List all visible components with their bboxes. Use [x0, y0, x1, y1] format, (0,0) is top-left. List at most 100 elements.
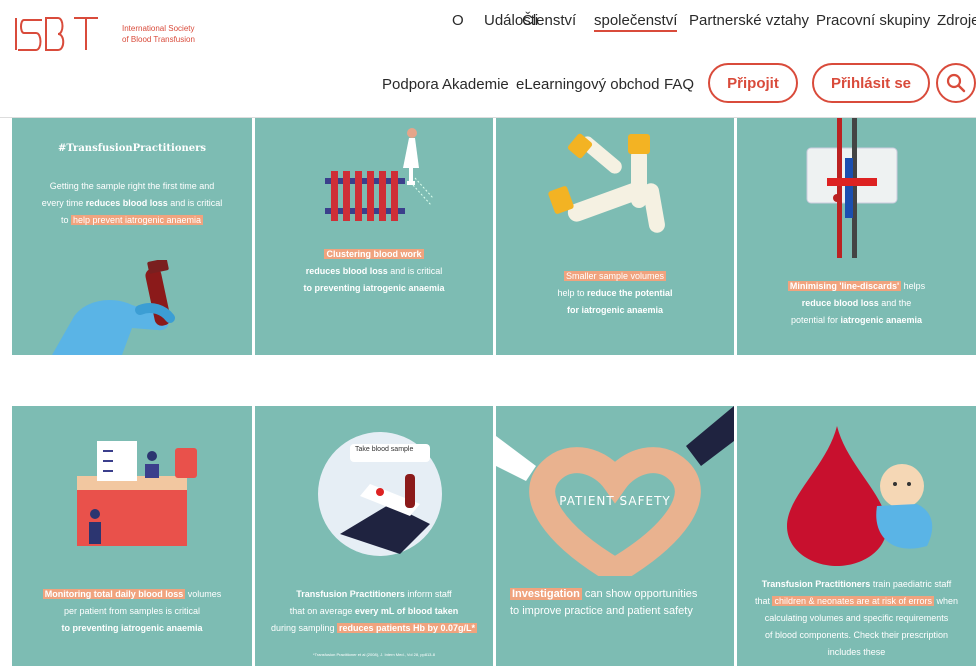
tile-2-line3: to preventing iatrogenic anaemia: [261, 280, 487, 297]
t8-l2b: children & neonates are at risk of error…: [772, 596, 935, 606]
tile-5-line2: per patient from samples is critical: [63, 606, 201, 616]
tile-investigation-patient-safety: PATIENT SAFETY Investigation can show op…: [496, 406, 734, 666]
nav-item-spolecenstvi[interactable]: společenství: [594, 12, 678, 32]
tile-4-line1: Minimising 'line-discards' helps: [743, 278, 970, 295]
tile-8-line4: of blood components. Check their prescri…: [764, 630, 949, 640]
nav-item-pracovni-skupiny[interactable]: Pracovní skupiny: [816, 12, 930, 29]
search-icon: [946, 73, 966, 93]
site-header: International Society of Blood Transfusi…: [0, 0, 976, 118]
tile-6-line2: that on average every mL of blood taken: [261, 603, 487, 620]
t3-l2a: help to: [557, 288, 587, 298]
t7-hl: Investigation: [510, 588, 582, 600]
nav-item-podpora-akademie[interactable]: Podpora Akademie: [382, 76, 509, 93]
tile-clustering-blood-work: Clustering blood work reduces blood loss…: [255, 118, 493, 355]
tile-6-footnote: *Transfusion Practitioner et al (2008), …: [313, 652, 435, 657]
tile-2-line1: Clustering blood work: [261, 246, 487, 263]
t4-l1b: helps: [901, 281, 926, 291]
tile-4-line3: potential for iatrogenic anaemia: [743, 312, 970, 329]
t8-l1a: Transfusion Practitioners: [761, 579, 871, 589]
login-button[interactable]: Přihlásit se: [812, 63, 930, 103]
t6-l2b: every mL of blood taken: [354, 606, 459, 616]
tile-3-line1: Smaller sample volumes: [502, 268, 728, 285]
search-button[interactable]: [936, 63, 976, 103]
t6-l2a: that on average: [289, 606, 355, 616]
tile-3-text: Smaller sample volumes help to reduce th…: [502, 268, 728, 319]
t7-l1b: can show opportunities: [581, 588, 698, 600]
t3-l2b: reduce the potential: [587, 288, 673, 298]
tile-2-text: Clustering blood work reduces blood loss…: [261, 246, 487, 297]
tile-1-text: Getting the sample right the first time …: [18, 178, 246, 229]
tile-transfusion-practitioners: #TransfusionPractitioners Getting the sa…: [12, 118, 252, 355]
t4-l3b: iatrogenic anaemia: [840, 315, 923, 325]
t2-l3: to preventing iatrogenic anaemia: [303, 283, 445, 293]
t2-l2b: and is critical: [387, 266, 443, 276]
tile-hashtag-title: #TransfusionPractitioners: [57, 143, 207, 154]
tile-monitoring-daily-blood-loss: Monitoring total daily blood loss volume…: [12, 406, 252, 666]
t6-l3b: reduces patients Hb by 0.07g/L*: [337, 623, 478, 633]
t5-hl: Monitoring total daily blood loss: [42, 589, 186, 599]
tile-8-line3: calculating volumes and specific require…: [764, 613, 949, 623]
nav-item-zdroje[interactable]: Zdroje: [937, 12, 976, 29]
tile-7-line1: Investigation can show opportunities: [510, 586, 728, 603]
tile-7-text: Investigation can show opportunities to …: [510, 586, 728, 620]
tile-4-text: Minimising 'line-discards' helps reduce …: [743, 278, 970, 329]
tile-paediatric-training: Transfusion Practitioners train paediatr…: [737, 406, 976, 666]
t3-hl: Smaller sample volumes: [563, 271, 667, 281]
tile-6-text: Transfusion Practitioners inform staff t…: [261, 586, 487, 637]
t4-hl: Minimising 'line-discards': [787, 281, 902, 291]
gloved-hand-tube-illustration: [52, 260, 175, 355]
tile-3-line2: help to reduce the potential: [502, 285, 728, 302]
nav-item-faq[interactable]: FAQ: [664, 76, 694, 93]
test-tube-rack-illustration: [325, 128, 434, 221]
t5-l1b: volumes: [185, 589, 222, 599]
t3-l3: for iatrogenic anaemia: [566, 305, 664, 315]
t4-l2b: and the: [878, 298, 912, 308]
t4-l2a: reduce blood loss: [801, 298, 879, 308]
nav-item-clenstvi[interactable]: Členství: [522, 12, 576, 29]
nav-item-elearning-obchod[interactable]: eLearningový obchod: [516, 76, 659, 93]
t8-l2c: when: [934, 596, 959, 606]
tile-1-line3: to help prevent iatrogenic anaemia: [18, 212, 246, 229]
patient-safety-heart-label: PATIENT SAFETY: [559, 494, 671, 508]
tile-minimising-line-discards: Minimising 'line-discards' helps reduce …: [737, 118, 976, 355]
t1-l2a: every time: [41, 198, 86, 208]
tile-3-line3: for iatrogenic anaemia: [502, 302, 728, 319]
tile-smaller-sample-volumes: Smaller sample volumes help to reduce th…: [496, 118, 734, 355]
tile-1-line1: Getting the sample right the first time …: [49, 181, 215, 191]
t2-hl: Clustering blood work: [324, 249, 424, 259]
tile-8-line2: that children & neonates are at risk of …: [743, 593, 970, 610]
t1-l3a: to: [60, 215, 71, 225]
tile-8-text: Transfusion Practitioners train paediatr…: [743, 576, 970, 661]
t8-l2a: that: [754, 596, 773, 606]
arterial-line-illustration: [806, 118, 898, 258]
tile-2-line2: reduces blood loss and is critical: [261, 263, 487, 280]
top-nav: O Události Členství společenství Partner…: [0, 6, 976, 36]
nav-item-o[interactable]: O: [452, 12, 464, 29]
t6-l1a: Transfusion Practitioners: [296, 589, 405, 599]
heart-hands-illustration: [496, 406, 734, 576]
tile-5-line3: to preventing iatrogenic anaemia: [18, 620, 246, 637]
blood-drop-baby-illustration: [787, 426, 933, 566]
t1-l2c: and is critical: [167, 198, 223, 208]
tile-8-line1: Transfusion Practitioners train paediatr…: [743, 576, 970, 593]
join-button[interactable]: Připojit: [708, 63, 798, 103]
tile-5-text: Monitoring total daily blood loss volume…: [18, 586, 246, 637]
take-blood-sample-bubble: Take blood sample: [355, 446, 414, 453]
t8-l1b: train paediatric staff: [870, 579, 952, 589]
tile-6-line3: during sampling reduces patients Hb by 0…: [261, 620, 487, 637]
t6-l3a: during sampling: [270, 623, 337, 633]
sample-tubes-illustration: [548, 133, 665, 233]
nav-item-partnerske-vztahy[interactable]: Partnerské vztahy: [689, 12, 809, 29]
tile-5-line1: Monitoring total daily blood loss volume…: [18, 586, 246, 603]
tile-7-line2: to improve practice and patient safety: [510, 605, 693, 617]
tile-8-line5: includes these: [827, 647, 886, 657]
tile-hb-reduction: Take blood sample Transfusion Practition…: [255, 406, 493, 666]
tile-4-line2: reduce blood loss and the: [743, 295, 970, 312]
t2-l2a: reduces blood loss: [305, 266, 388, 276]
t6-l1b: inform staff: [404, 589, 452, 599]
t4-l3a: potential for: [790, 315, 841, 325]
clipboard-people-illustration: [77, 441, 197, 546]
blood-sample-circle-illustration: [318, 432, 442, 556]
t1-l3b: help prevent iatrogenic anaemia: [70, 215, 204, 225]
tile-6-line1: Transfusion Practitioners inform staff: [261, 586, 487, 603]
